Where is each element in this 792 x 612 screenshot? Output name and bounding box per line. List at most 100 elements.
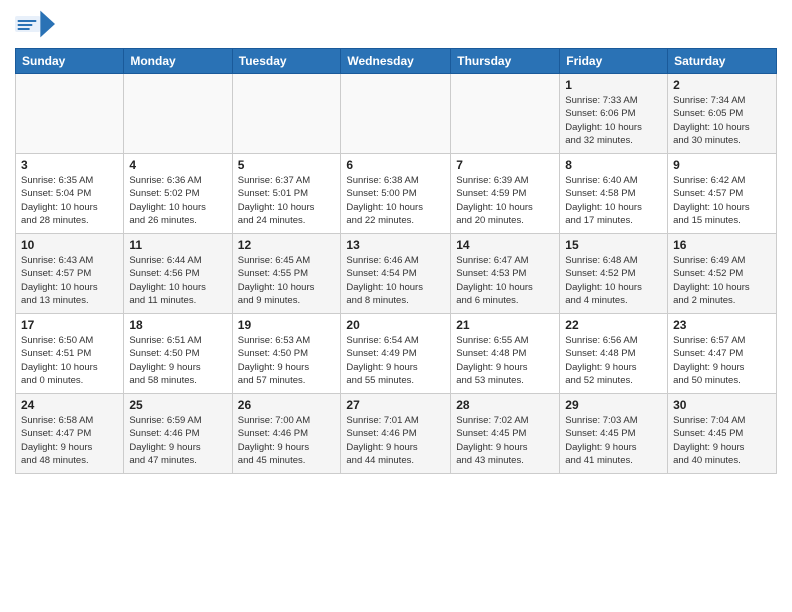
day-number: 3 <box>21 158 118 172</box>
day-number: 13 <box>346 238 445 252</box>
day-info: Sunrise: 6:58 AM Sunset: 4:47 PM Dayligh… <box>21 414 118 467</box>
day-info: Sunrise: 6:39 AM Sunset: 4:59 PM Dayligh… <box>456 174 554 227</box>
calendar-cell: 5 Sunrise: 6:37 AM Sunset: 5:01 PM Daylig… <box>232 154 341 234</box>
page: SundayMondayTuesdayWednesdayThursdayFrid… <box>0 0 792 484</box>
day-info: Sunrise: 6:53 AM Sunset: 4:50 PM Dayligh… <box>238 334 336 387</box>
day-info: Sunrise: 6:49 AM Sunset: 4:52 PM Dayligh… <box>673 254 771 307</box>
day-info: Sunrise: 7:01 AM Sunset: 4:46 PM Dayligh… <box>346 414 445 467</box>
calendar-cell: 22 Sunrise: 6:56 AM Sunset: 4:48 PM Dayli… <box>560 314 668 394</box>
day-info: Sunrise: 6:47 AM Sunset: 4:53 PM Dayligh… <box>456 254 554 307</box>
day-info: Sunrise: 6:42 AM Sunset: 4:57 PM Dayligh… <box>673 174 771 227</box>
calendar-cell <box>16 74 124 154</box>
calendar-cell: 13 Sunrise: 6:46 AM Sunset: 4:54 PM Dayli… <box>341 234 451 314</box>
day-info: Sunrise: 6:36 AM Sunset: 5:02 PM Dayligh… <box>129 174 226 227</box>
calendar-cell <box>451 74 560 154</box>
day-number: 1 <box>565 78 662 92</box>
day-info: Sunrise: 6:56 AM Sunset: 4:48 PM Dayligh… <box>565 334 662 387</box>
day-number: 16 <box>673 238 771 252</box>
day-info: Sunrise: 6:37 AM Sunset: 5:01 PM Dayligh… <box>238 174 336 227</box>
day-number: 20 <box>346 318 445 332</box>
logo <box>15 10 55 40</box>
calendar-week-row: 3 Sunrise: 6:35 AM Sunset: 5:04 PM Daylig… <box>16 154 777 234</box>
calendar-cell: 7Sunrise: 6:39 AM Sunset: 4:59 PM Daylig… <box>451 154 560 234</box>
calendar-cell <box>232 74 341 154</box>
day-number: 10 <box>21 238 118 252</box>
day-number: 29 <box>565 398 662 412</box>
day-number: 18 <box>129 318 226 332</box>
calendar-cell: 14 Sunrise: 6:47 AM Sunset: 4:53 PM Dayli… <box>451 234 560 314</box>
calendar-cell: 12 Sunrise: 6:45 AM Sunset: 4:55 PM Dayli… <box>232 234 341 314</box>
day-number: 17 <box>21 318 118 332</box>
calendar-day-header: Thursday <box>451 49 560 74</box>
day-number: 9 <box>673 158 771 172</box>
calendar-week-row: 10 Sunrise: 6:43 AM Sunset: 4:57 PM Dayli… <box>16 234 777 314</box>
calendar: SundayMondayTuesdayWednesdayThursdayFrid… <box>15 48 777 474</box>
calendar-cell <box>341 74 451 154</box>
day-info: Sunrise: 6:35 AM Sunset: 5:04 PM Dayligh… <box>21 174 118 227</box>
calendar-cell: 19 Sunrise: 6:53 AM Sunset: 4:50 PM Dayli… <box>232 314 341 394</box>
calendar-cell: 4 Sunrise: 6:36 AM Sunset: 5:02 PM Daylig… <box>124 154 232 234</box>
calendar-cell: 30Sunrise: 7:04 AM Sunset: 4:45 PM Dayli… <box>668 394 777 474</box>
calendar-cell: 1 Sunrise: 7:33 AM Sunset: 6:06 PM Daylig… <box>560 74 668 154</box>
calendar-cell: 10 Sunrise: 6:43 AM Sunset: 4:57 PM Dayli… <box>16 234 124 314</box>
calendar-day-header: Friday <box>560 49 668 74</box>
day-number: 19 <box>238 318 336 332</box>
day-number: 2 <box>673 78 771 92</box>
day-info: Sunrise: 6:59 AM Sunset: 4:46 PM Dayligh… <box>129 414 226 467</box>
calendar-header-row: SundayMondayTuesdayWednesdayThursdayFrid… <box>16 49 777 74</box>
day-info: Sunrise: 6:44 AM Sunset: 4:56 PM Dayligh… <box>129 254 226 307</box>
day-info: Sunrise: 7:02 AM Sunset: 4:45 PM Dayligh… <box>456 414 554 467</box>
day-info: Sunrise: 6:43 AM Sunset: 4:57 PM Dayligh… <box>21 254 118 307</box>
day-info: Sunrise: 7:00 AM Sunset: 4:46 PM Dayligh… <box>238 414 336 467</box>
calendar-cell: 29Sunrise: 7:03 AM Sunset: 4:45 PM Dayli… <box>560 394 668 474</box>
day-number: 26 <box>238 398 336 412</box>
day-info: Sunrise: 7:33 AM Sunset: 6:06 PM Dayligh… <box>565 94 662 147</box>
day-info: Sunrise: 7:34 AM Sunset: 6:05 PM Dayligh… <box>673 94 771 147</box>
day-number: 14 <box>456 238 554 252</box>
calendar-cell: 16 Sunrise: 6:49 AM Sunset: 4:52 PM Dayli… <box>668 234 777 314</box>
calendar-cell: 2 Sunrise: 7:34 AM Sunset: 6:05 PM Daylig… <box>668 74 777 154</box>
calendar-day-header: Saturday <box>668 49 777 74</box>
day-info: Sunrise: 6:46 AM Sunset: 4:54 PM Dayligh… <box>346 254 445 307</box>
day-info: Sunrise: 6:45 AM Sunset: 4:55 PM Dayligh… <box>238 254 336 307</box>
calendar-cell: 18Sunrise: 6:51 AM Sunset: 4:50 PM Dayli… <box>124 314 232 394</box>
calendar-cell: 8Sunrise: 6:40 AM Sunset: 4:58 PM Daylig… <box>560 154 668 234</box>
calendar-week-row: 1 Sunrise: 7:33 AM Sunset: 6:06 PM Daylig… <box>16 74 777 154</box>
day-info: Sunrise: 6:54 AM Sunset: 4:49 PM Dayligh… <box>346 334 445 387</box>
calendar-cell: 20 Sunrise: 6:54 AM Sunset: 4:49 PM Dayli… <box>341 314 451 394</box>
calendar-cell <box>124 74 232 154</box>
calendar-cell: 9 Sunrise: 6:42 AM Sunset: 4:57 PM Daylig… <box>668 154 777 234</box>
day-number: 22 <box>565 318 662 332</box>
header <box>15 10 777 40</box>
day-info: Sunrise: 6:50 AM Sunset: 4:51 PM Dayligh… <box>21 334 118 387</box>
day-number: 5 <box>238 158 336 172</box>
calendar-day-header: Monday <box>124 49 232 74</box>
day-number: 12 <box>238 238 336 252</box>
calendar-cell: 24 Sunrise: 6:58 AM Sunset: 4:47 PM Dayli… <box>16 394 124 474</box>
calendar-week-row: 17 Sunrise: 6:50 AM Sunset: 4:51 PM Dayli… <box>16 314 777 394</box>
day-number: 11 <box>129 238 226 252</box>
calendar-cell: 6Sunrise: 6:38 AM Sunset: 5:00 PM Daylig… <box>341 154 451 234</box>
day-info: Sunrise: 6:55 AM Sunset: 4:48 PM Dayligh… <box>456 334 554 387</box>
day-number: 24 <box>21 398 118 412</box>
calendar-day-header: Tuesday <box>232 49 341 74</box>
day-number: 4 <box>129 158 226 172</box>
calendar-cell: 21 Sunrise: 6:55 AM Sunset: 4:48 PM Dayli… <box>451 314 560 394</box>
day-info: Sunrise: 6:48 AM Sunset: 4:52 PM Dayligh… <box>565 254 662 307</box>
day-number: 8 <box>565 158 662 172</box>
day-info: Sunrise: 6:38 AM Sunset: 5:00 PM Dayligh… <box>346 174 445 227</box>
calendar-cell: 28Sunrise: 7:02 AM Sunset: 4:45 PM Dayli… <box>451 394 560 474</box>
calendar-week-row: 24 Sunrise: 6:58 AM Sunset: 4:47 PM Dayli… <box>16 394 777 474</box>
day-number: 21 <box>456 318 554 332</box>
day-number: 30 <box>673 398 771 412</box>
calendar-cell: 25 Sunrise: 6:59 AM Sunset: 4:46 PM Dayli… <box>124 394 232 474</box>
calendar-cell: 27 Sunrise: 7:01 AM Sunset: 4:46 PM Dayli… <box>341 394 451 474</box>
calendar-cell: 26 Sunrise: 7:00 AM Sunset: 4:46 PM Dayli… <box>232 394 341 474</box>
day-number: 27 <box>346 398 445 412</box>
calendar-day-header: Wednesday <box>341 49 451 74</box>
day-info: Sunrise: 6:57 AM Sunset: 4:47 PM Dayligh… <box>673 334 771 387</box>
calendar-cell: 23Sunrise: 6:57 AM Sunset: 4:47 PM Dayli… <box>668 314 777 394</box>
calendar-cell: 3 Sunrise: 6:35 AM Sunset: 5:04 PM Daylig… <box>16 154 124 234</box>
day-number: 25 <box>129 398 226 412</box>
calendar-cell: 17 Sunrise: 6:50 AM Sunset: 4:51 PM Dayli… <box>16 314 124 394</box>
